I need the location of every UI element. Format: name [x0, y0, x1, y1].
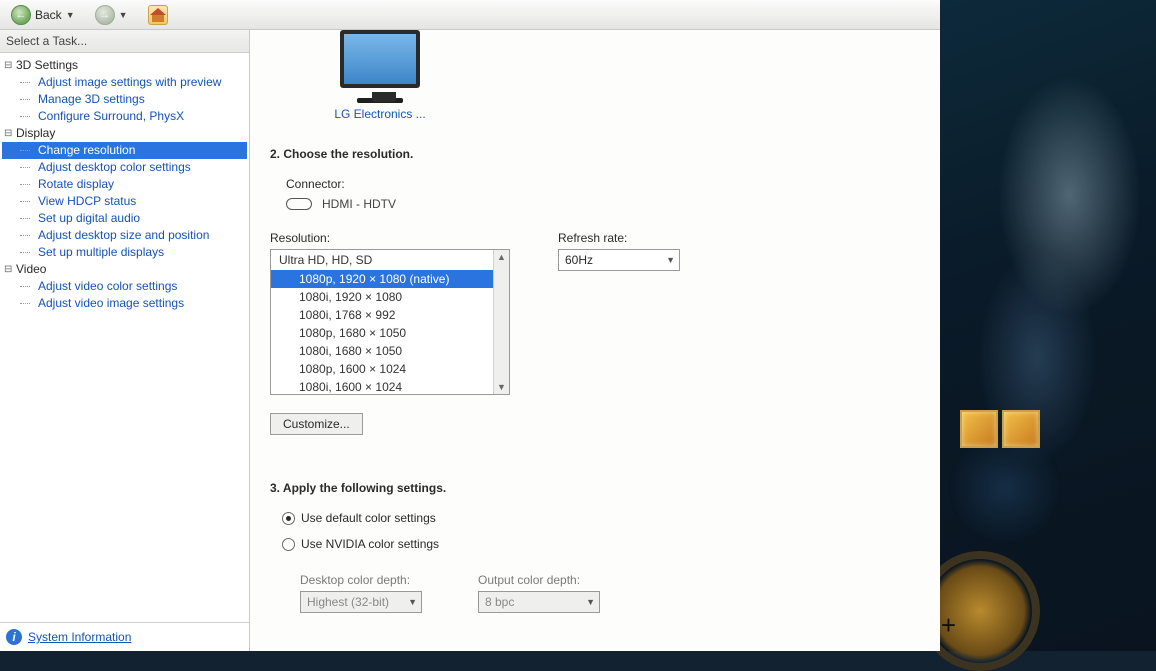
chevron-down-icon: ▼: [66, 10, 75, 20]
resolution-option[interactable]: 1080p, 1600 × 1024: [271, 360, 509, 378]
tree-leaf-3d-surround[interactable]: Configure Surround, PhysX: [2, 108, 247, 125]
resolution-option[interactable]: 1080i, 1920 × 1080: [271, 288, 509, 306]
monitor-icon: [340, 30, 420, 88]
resolution-option[interactable]: 1080p, 1680 × 1050: [271, 324, 509, 342]
chevron-down-icon: ▼: [119, 10, 128, 20]
chevron-down-icon: ▼: [666, 255, 675, 265]
nvidia-control-panel-window: Back ▼ ▼ Select a Task... 3D Settings Ad…: [0, 0, 940, 651]
ability-icon[interactable]: [960, 410, 998, 448]
tree-leaf-digital-audio[interactable]: Set up digital audio: [2, 210, 247, 227]
tree-leaf-3d-preview[interactable]: Adjust image settings with preview: [2, 74, 247, 91]
desktop-color-depth-value: Highest (32-bit): [307, 595, 389, 609]
ability-icon[interactable]: [1002, 410, 1040, 448]
display-thumbnail[interactable]: LG Electronics ...: [310, 30, 450, 121]
hdmi-icon: [286, 198, 312, 210]
back-button[interactable]: Back ▼: [4, 2, 82, 28]
section-2-heading: 2. Choose the resolution.: [270, 147, 920, 161]
radio-nvidia-color[interactable]: Use NVIDIA color settings: [282, 537, 920, 551]
tree-leaf-multiple-displays[interactable]: Set up multiple displays: [2, 244, 247, 261]
radio-icon: [282, 512, 295, 525]
refresh-rate-combo[interactable]: 60Hz ▼: [558, 249, 680, 271]
connector-label: Connector:: [286, 177, 920, 191]
resolution-listbox[interactable]: Ultra HD, HD, SD1080p, 1920 × 1080 (nati…: [270, 249, 510, 395]
resolution-option[interactable]: 1080i, 1600 × 1024: [271, 378, 509, 394]
task-tree[interactable]: 3D Settings Adjust image settings with p…: [0, 53, 249, 622]
tree-leaf-desktop-color[interactable]: Adjust desktop color settings: [2, 159, 247, 176]
tree-leaf-video-image[interactable]: Adjust video image settings: [2, 295, 247, 312]
ability-bar: [960, 410, 1040, 448]
task-tree-pane: Select a Task... 3D Settings Adjust imag…: [0, 30, 250, 651]
connector-row: HDMI - HDTV: [286, 197, 920, 211]
output-color-depth-combo: 8 bpc ▼: [478, 591, 600, 613]
resolution-option[interactable]: 1080i, 1768 × 992: [271, 306, 509, 324]
back-label: Back: [35, 8, 62, 22]
tree-leaf-3d-manage[interactable]: Manage 3D settings: [2, 91, 247, 108]
radio-default-color[interactable]: Use default color settings: [282, 511, 920, 525]
desktop-color-depth-combo: Highest (32-bit) ▼: [300, 591, 422, 613]
radio-default-label: Use default color settings: [301, 511, 436, 525]
output-color-depth-value: 8 bpc: [485, 595, 514, 609]
radio-nvidia-label: Use NVIDIA color settings: [301, 537, 439, 551]
toolbar: Back ▼ ▼: [0, 0, 940, 30]
resolution-option[interactable]: 1080i, 1680 × 1050: [271, 342, 509, 360]
tree-leaf-video-color[interactable]: Adjust video color settings: [2, 278, 247, 295]
chevron-down-icon: ▼: [586, 597, 595, 607]
chevron-down-icon: ▼: [408, 597, 417, 607]
tree-leaf-change-resolution[interactable]: Change resolution: [2, 142, 247, 159]
customize-button[interactable]: Customize...: [270, 413, 363, 435]
resolution-label: Resolution:: [270, 231, 510, 245]
tree-cat-video[interactable]: Video: [2, 261, 247, 278]
content-pane: LG Electronics ... 2. Choose the resolut…: [250, 30, 940, 651]
forward-arrow-icon: [95, 5, 115, 25]
tree-cat-display[interactable]: Display: [2, 125, 247, 142]
task-header: Select a Task...: [0, 30, 249, 53]
radio-icon: [282, 538, 295, 551]
desktop-color-depth-label: Desktop color depth:: [300, 573, 422, 587]
tree-leaf-rotate[interactable]: Rotate display: [2, 176, 247, 193]
listbox-scrollbar[interactable]: [493, 250, 509, 394]
system-info-row: i System Information: [0, 622, 249, 651]
output-color-depth-label: Output color depth:: [478, 573, 600, 587]
home-icon: [148, 5, 168, 25]
tree-leaf-hdcp[interactable]: View HDCP status: [2, 193, 247, 210]
refresh-rate-value: 60Hz: [565, 253, 593, 267]
connector-value: HDMI - HDTV: [322, 197, 396, 211]
back-arrow-icon: [11, 5, 31, 25]
forward-button[interactable]: ▼: [88, 2, 135, 28]
resolution-option[interactable]: 1080p, 1920 × 1080 (native): [271, 270, 509, 288]
refresh-rate-label: Refresh rate:: [558, 231, 680, 245]
tree-leaf-size-position[interactable]: Adjust desktop size and position: [2, 227, 247, 244]
desktop-background: [940, 0, 1156, 651]
system-information-link[interactable]: System Information: [28, 630, 131, 644]
tree-cat-3d[interactable]: 3D Settings: [2, 57, 247, 74]
info-icon: i: [6, 629, 22, 645]
display-name-label: LG Electronics ...: [334, 107, 425, 121]
section-3-heading: 3. Apply the following settings.: [270, 481, 920, 495]
resolution-group-header: Ultra HD, HD, SD: [271, 250, 509, 270]
home-button[interactable]: [141, 2, 175, 28]
